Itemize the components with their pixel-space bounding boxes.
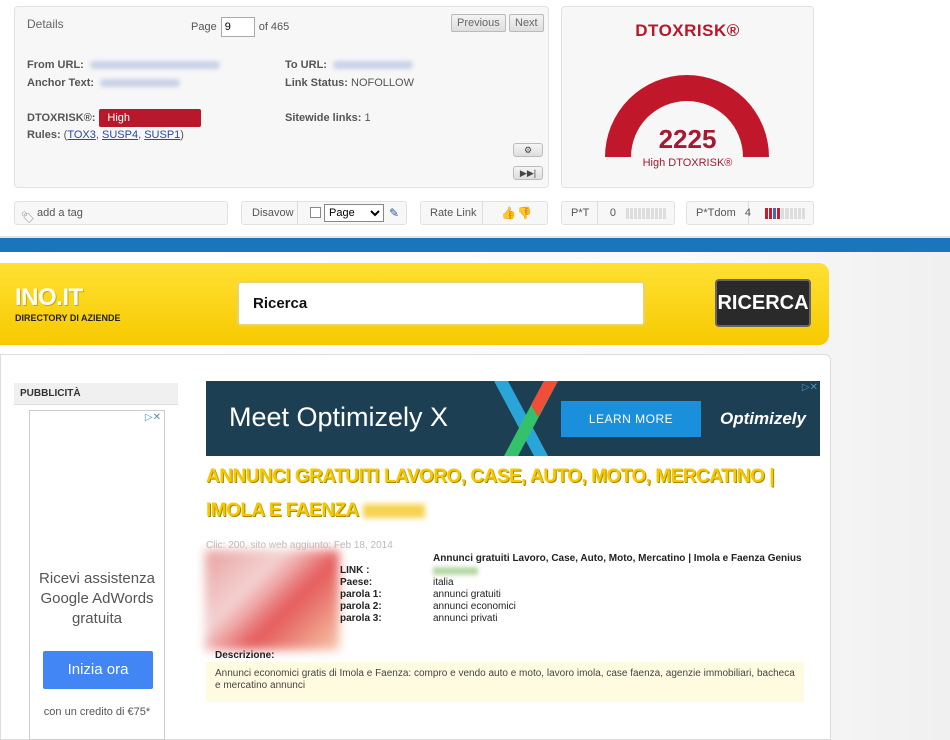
divider [597,202,598,224]
dtoxrisk-badge: High [99,109,202,127]
rule-link[interactable]: SUSP4 [102,129,138,141]
sidebar-ad-footer: con un credito di €75* [43,706,151,718]
sitewide-label: Sitewide links: [285,112,362,124]
site-search-input[interactable]: Ricerca [237,281,645,326]
pager: Page of 465 [191,17,289,37]
dtoxrisk-label: DTOXRISK®: [27,112,96,124]
info-key: Paese: [340,577,373,588]
rate-link-control: Rate Link 👍👎 [420,201,548,225]
gauge-label: High DTOXRISK® [642,157,733,169]
fast-forward-icon[interactable]: ▶▶| [513,166,543,180]
link-status-field: Link Status: NOFOLLOW [285,77,414,89]
from-url-label: From URL: [27,59,84,71]
next-button[interactable]: Next [509,14,544,32]
pt-bar-meter [626,208,666,219]
from-url-field: From URL: [27,59,220,71]
listing-info-heading: Annunci gratuiti Lavoro, Case, Auto, Mot… [433,553,802,564]
banner-title: Meet Optimizely X [229,402,449,432]
info-key: LINK : [340,565,370,576]
rule-link[interactable]: SUSP1 [144,129,180,141]
tag-input[interactable]: 🏷 add a tag [14,201,228,225]
disavow-scope-select[interactable]: Page [324,204,384,222]
pt-metric: P*T 0 [561,201,675,225]
sitewide-field: Sitewide links: 1 [285,112,371,124]
gear-icon[interactable]: ⚙ [513,143,543,157]
sidebar-ad-text: Ricevi assistenza Google AdWords gratuit… [39,570,155,627]
rate-link-label: Rate Link [430,207,477,219]
link-status-label: Link Status: [285,77,348,89]
adchoices-icon[interactable]: ▷✕ [145,412,161,423]
disavow-label: Disavow [252,207,294,219]
divider [297,202,298,224]
site-logo-tagline: DIRECTORY DI AZIENDE [15,313,121,323]
page-number-input[interactable] [220,17,255,37]
anchor-text-label: Anchor Text: [27,77,95,89]
to-url-field: To URL: [285,59,413,71]
banner-learn-more-button[interactable]: LEARN MORE [561,401,701,437]
sitewide-value: 1 [364,112,371,124]
sidebar-ad[interactable]: ▷✕ Ricevi assistenza Google AdWords grat… [29,410,165,740]
disavow-checkbox[interactable] [310,207,321,218]
anchor-text-field: Anchor Text: [27,77,181,89]
ptdom-bar-meter [765,208,805,219]
to-url-label: To URL: [285,59,327,71]
disavow-control: Disavow Page ✎ [241,201,407,225]
info-value: annunci privati [433,613,498,624]
anchor-text-value [100,79,181,88]
divider [482,202,483,224]
banner-brand-logo: Optimizely [720,409,806,428]
info-value: italia [433,577,454,588]
tag-placeholder: add a tag [37,207,83,219]
sidebar-ad-button[interactable]: Inizia ora [43,651,153,689]
site-logo[interactable]: INO.IT [15,284,83,312]
blue-divider-bar [0,238,950,252]
gauge-panel: DTOXRISK® 2225 High DTOXRISK® [561,6,814,188]
listing-title-redacted [362,503,425,518]
link-status-value: NOFOLLOW [351,77,414,89]
ptdom-metric: P*Tdom 4 [686,201,814,225]
listing-link-redacted[interactable] [433,567,478,575]
gauge-title: DTOXRISK® [635,21,740,40]
dtoxrisk-field: DTOXRISK®: High [27,109,202,127]
pt-label: P*T [571,207,590,219]
ptdom-value: 4 [744,207,751,219]
info-row: parola 2: annunci economici [340,601,516,613]
info-key: parola 1: [340,589,382,600]
rule-link[interactable]: TOX3 [67,129,96,141]
info-row: LINK : [340,565,516,577]
listing-info: LINK : Paese: italia parola 1: annunci gra… [340,565,516,625]
page-total: of 465 [258,21,290,33]
pt-value: 0 [609,207,616,219]
info-value: annunci economici [433,601,516,612]
page-label: Page [191,21,217,33]
ptdom-label: P*Tdom [696,207,736,219]
edit-icon[interactable]: ✎ [389,202,399,224]
rules-label: Rules: [27,129,61,141]
listing-title[interactable]: ANNUNCI GRATUITI LAVORO, CASE, AUTO, MOT… [206,460,796,528]
adchoices-icon[interactable]: ▷✕ [802,382,818,393]
info-row: parola 1: annunci gratuiti [340,589,516,601]
banner-ad[interactable]: Meet Optimizely X LEARN MORE Optimizely … [206,381,820,456]
info-row: Paese: italia [340,577,516,589]
gauge-value: 2225 [658,124,717,154]
site-search-button[interactable]: RICERCA [715,279,811,327]
details-panel: Details Page of 465 Previous Next From U… [14,6,549,188]
details-title: Details [27,17,64,31]
listing-thumbnail[interactable] [205,550,339,650]
rules-field: Rules: (TOX3, SUSP4, SUSP1) [27,129,184,141]
listing-title-text: ANNUNCI GRATUITI LAVORO, CASE, AUTO, MOT… [206,466,775,521]
info-row: parola 3: annunci privati [340,613,516,625]
tag-icon: 🏷 [21,212,35,224]
info-key: parola 2: [340,601,382,612]
info-value: annunci gratuiti [433,589,501,600]
x-logo-icon [494,381,558,456]
thumbs-up-down-icon[interactable]: 👍👎 [501,202,533,224]
previous-button[interactable]: Previous [451,14,506,32]
sidebar-title: PUBBLICITÀ [14,383,178,405]
description-label: Descrizione: [215,650,275,661]
description-text: Annunci economici gratis di Imola e Faen… [206,662,804,702]
to-url-value[interactable] [332,61,413,70]
from-url-value[interactable] [89,61,220,70]
info-key: parola 3: [340,613,382,624]
